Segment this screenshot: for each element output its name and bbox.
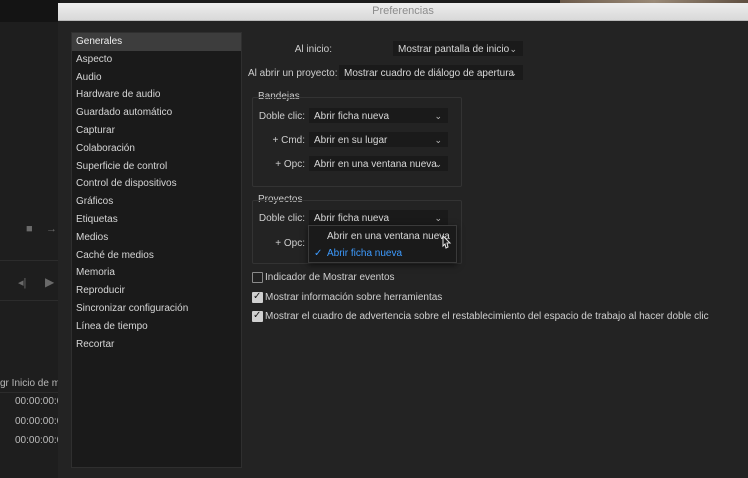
sidebar-item-sincronizar[interactable]: Sincronizar configuración — [72, 300, 241, 318]
sidebar-item-cache[interactable]: Caché de medios — [72, 247, 241, 265]
bins-double-click-value: Abrir ficha nueva — [314, 111, 390, 122]
sidebar-item-aspecto[interactable]: Aspecto — [72, 51, 241, 69]
sidebar-item-medios[interactable]: Medios — [72, 229, 241, 247]
check-icon: ✓ — [253, 291, 262, 302]
check-icon: ✓ — [314, 248, 323, 259]
step-icon[interactable]: → — [46, 223, 57, 235]
sidebar-item-linea-tiempo[interactable]: Línea de tiempo — [72, 318, 241, 336]
bins-cmd-label: + Cmd: — [272, 135, 305, 146]
dialog-title: Preferencias — [372, 5, 434, 17]
show-tooltips-label: Mostrar información sobre herramientas — [265, 292, 443, 303]
chevron-down-icon: ⌄ — [434, 159, 442, 169]
open-project-dropdown[interactable]: Mostrar cuadro de diálogo de apertura ⌄ — [339, 65, 523, 80]
sidebar-item-audio[interactable]: Audio — [72, 69, 241, 87]
bins-cmd-value: Abrir en su lugar — [314, 135, 388, 146]
open-project-value: Mostrar cuadro de diálogo de apertura — [344, 68, 515, 79]
chevron-down-icon: ⌄ — [434, 111, 442, 121]
bins-double-click-label: Doble clic: — [258, 111, 305, 122]
projects-double-click-dropdown[interactable]: Abrir ficha nueva ⌄ — [309, 210, 448, 225]
show-tooltips-checkbox[interactable]: ✓ — [252, 291, 263, 303]
projects-double-click-label: Doble clic: — [258, 213, 305, 224]
startup-dropdown[interactable]: Mostrar pantalla de inicio ⌄ — [393, 41, 523, 56]
sidebar-item-recortar[interactable]: Recortar — [72, 336, 241, 354]
bins-opt-dropdown[interactable]: Abrir en una ventana nueva ⌄ — [309, 156, 448, 171]
startup-label: Al inicio: — [294, 44, 332, 55]
bins-opt-label: + Opc: — [275, 159, 305, 170]
sidebar-item-generales[interactable]: Generales — [72, 33, 241, 51]
projects-opt-popup-menu: Abrir en una ventana nueva ✓ Abrir ficha… — [308, 225, 457, 263]
sidebar-item-colaboracion[interactable]: Colaboración — [72, 140, 241, 158]
play-icon[interactable]: ▶ — [45, 275, 54, 289]
sidebar-item-hardware-audio[interactable]: Hardware de audio — [72, 86, 241, 104]
chevron-down-icon: ⌄ — [434, 213, 442, 223]
chevron-down-icon: ⌄ — [434, 135, 442, 145]
bins-opt-value: Abrir en una ventana nueva — [314, 159, 437, 170]
title-bar[interactable]: Preferencias — [58, 3, 748, 21]
stop-icon[interactable]: ■ — [26, 223, 33, 235]
show-events-label: Indicador de Mostrar eventos — [265, 272, 395, 283]
sidebar-item-memoria[interactable]: Memoria — [72, 264, 241, 282]
pointer-cursor-icon — [442, 235, 452, 249]
check-icon: ✓ — [253, 310, 262, 321]
show-events-checkbox[interactable] — [252, 272, 263, 283]
sidebar-item-guardado[interactable]: Guardado automático — [72, 104, 241, 122]
column-header: gr Inicio de me — [0, 378, 66, 389]
projects-opt-label: + Opc: — [275, 238, 305, 249]
bins-double-click-dropdown[interactable]: Abrir ficha nueva ⌄ — [309, 108, 448, 123]
sidebar-item-reproducir[interactable]: Reproducir — [72, 282, 241, 300]
startup-value: Mostrar pantalla de inicio — [398, 44, 510, 55]
sidebar-item-graficos[interactable]: Gráficos — [72, 193, 241, 211]
rewind-icon[interactable]: ◂| — [18, 276, 26, 289]
workspace-warning-label: Mostrar el cuadro de advertencia sobre e… — [265, 311, 709, 322]
preferences-sidebar: Generales Aspecto Audio Hardware de audi… — [71, 32, 242, 468]
workspace-warning-checkbox[interactable]: ✓ — [252, 310, 263, 322]
chevron-down-icon: ⌄ — [509, 68, 517, 78]
background-app-panel: ■ → ◂| ▶ gr Inicio de me 00:00:00:00 00:… — [0, 0, 68, 478]
open-project-label: Al abrir un proyecto: — [248, 68, 338, 79]
sidebar-item-superficie[interactable]: Superficie de control — [72, 158, 241, 176]
bins-cmd-dropdown[interactable]: Abrir en su lugar ⌄ — [309, 132, 448, 147]
sidebar-item-etiquetas[interactable]: Etiquetas — [72, 211, 241, 229]
sidebar-item-control-dispositivos[interactable]: Control de dispositivos — [72, 175, 241, 193]
projects-double-click-value: Abrir ficha nueva — [314, 213, 390, 224]
sidebar-item-capturar[interactable]: Capturar — [72, 122, 241, 140]
chevron-down-icon: ⌄ — [509, 44, 517, 54]
